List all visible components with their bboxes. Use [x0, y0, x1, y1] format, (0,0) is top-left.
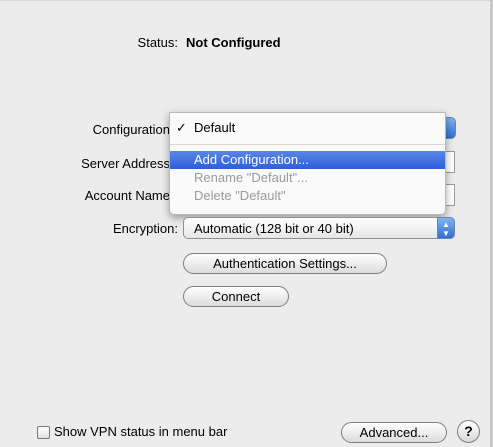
- menu-item-label: Add Configuration...: [194, 152, 309, 167]
- server-address-field[interactable]: [446, 151, 455, 173]
- menu-item-delete: Delete "Default": [170, 187, 445, 205]
- server-address-label: Server Address: [81, 156, 170, 171]
- account-name-field[interactable]: [446, 184, 455, 206]
- help-button[interactable]: ?: [457, 420, 480, 443]
- menu-item-rename: Rename "Default"...: [170, 169, 445, 187]
- encryption-popup[interactable]: Automatic (128 bit or 40 bit) ▲ ▼: [183, 217, 455, 239]
- encryption-label: Encryption:: [112, 221, 178, 236]
- show-vpn-status-checkbox[interactable]: [37, 426, 50, 439]
- advanced-button[interactable]: Advanced...: [341, 422, 447, 443]
- configuration-menu: ✓ Default Add Configuration... Rename "D…: [169, 112, 446, 215]
- connect-button[interactable]: Connect: [183, 286, 289, 307]
- menu-item-add-configuration[interactable]: Add Configuration...: [170, 151, 445, 169]
- menu-item-label: Rename "Default"...: [194, 170, 309, 185]
- status-value: Not Configured: [186, 35, 281, 50]
- menu-item-label: Default: [194, 120, 236, 135]
- menu-item-label: Delete "Default": [194, 188, 286, 203]
- authentication-settings-button[interactable]: Authentication Settings...: [183, 253, 387, 274]
- menu-separator: [170, 144, 445, 145]
- checkmark-icon: ✓: [176, 120, 187, 135]
- popup-arrows-icon: ▲ ▼: [437, 217, 455, 239]
- encryption-value: Automatic (128 bit or 40 bit): [194, 221, 354, 236]
- menu-item-default[interactable]: ✓ Default: [170, 119, 445, 137]
- status-label: Status:: [137, 35, 178, 50]
- account-name-label: Account Name: [84, 188, 170, 203]
- window-top-edge: [0, 0, 493, 1]
- configuration-label: Configuration: [92, 122, 170, 137]
- show-vpn-status-label: Show VPN status in menu bar: [54, 424, 228, 439]
